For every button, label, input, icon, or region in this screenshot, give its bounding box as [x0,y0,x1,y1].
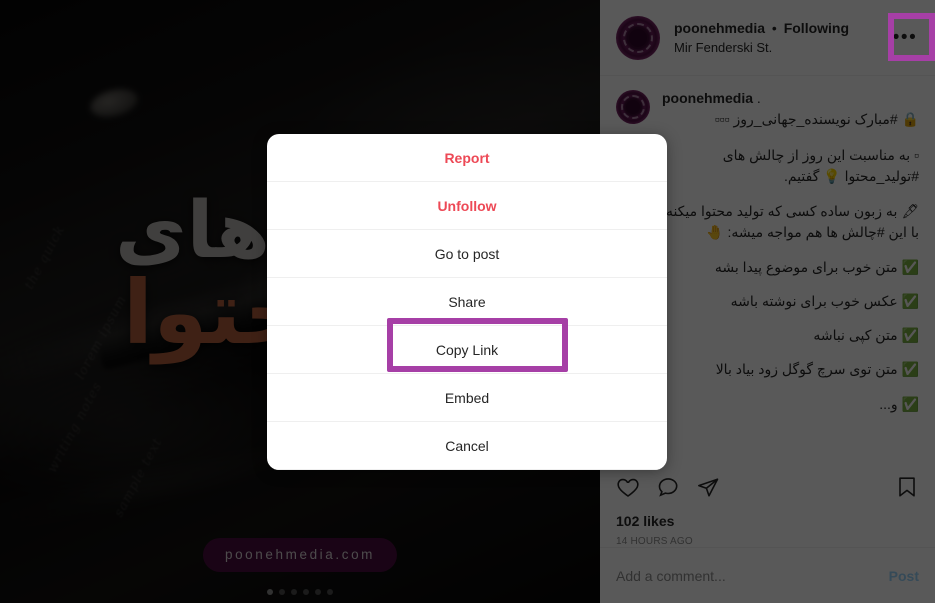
modal-item-copy-link[interactable]: Copy Link [267,326,667,374]
modal-item-cancel[interactable]: Cancel [267,422,667,470]
modal-item-go-to-post[interactable]: Go to post [267,230,667,278]
modal-item-embed[interactable]: Embed [267,374,667,422]
modal-item-report[interactable]: Report [267,134,667,182]
instagram-post-page: the quick lorem ipsum writing notes samp… [0,0,935,603]
post-options-modal: Report Unfollow Go to post Share Copy Li… [267,134,667,470]
modal-item-unfollow[interactable]: Unfollow [267,182,667,230]
modal-item-share[interactable]: Share [267,278,667,326]
